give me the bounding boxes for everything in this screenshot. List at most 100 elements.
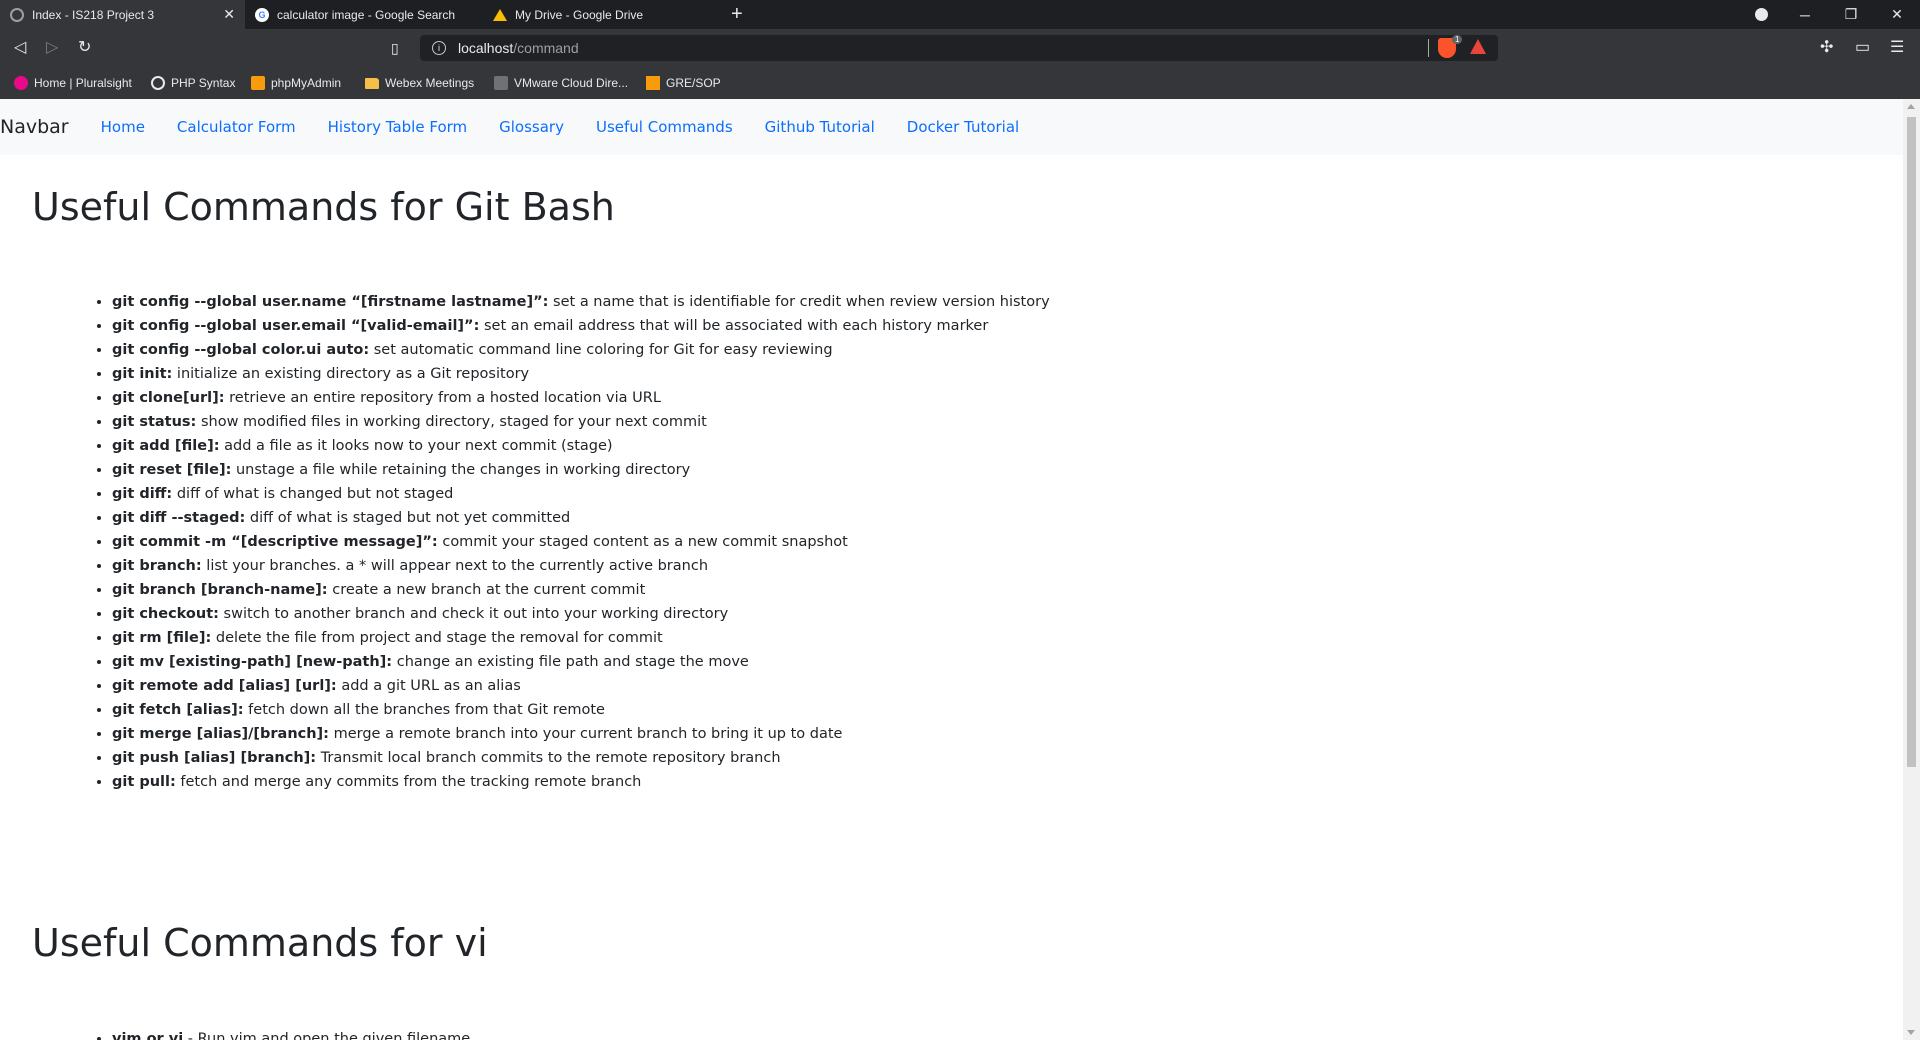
phpmyadmin-icon — [251, 76, 265, 90]
site-info-icon[interactable]: i — [432, 41, 446, 55]
list-item: git init: initialize an existing directo… — [112, 362, 1050, 386]
command-description: merge a remote branch into your current … — [328, 726, 843, 742]
list-item: git mv [existing-path] [new-path]: chang… — [112, 650, 1050, 674]
command-description: set a name that is identifiable for cred… — [548, 294, 1050, 310]
bookmark-page-icon[interactable]: ▯ — [391, 38, 399, 58]
bookmark-vmware[interactable]: VMware Cloud Dire... — [494, 73, 628, 93]
back-icon[interactable]: ◁ — [14, 38, 26, 58]
command-name: git push [alias] [branch]: — [112, 750, 317, 766]
list-item: git config --global user.email “[valid-e… — [112, 314, 1050, 338]
navbar-brand[interactable]: Navbar — [0, 116, 69, 138]
url-host: localhost — [458, 40, 514, 56]
nav-link-useful-commands[interactable]: Useful Commands — [580, 118, 749, 136]
list-item: git branch: list your branches. a * will… — [112, 554, 1050, 578]
page-scrollbar[interactable] — [1903, 99, 1920, 1040]
shields-count-badge: 1 — [1452, 35, 1463, 44]
command-description: add a git URL as an alias — [336, 678, 521, 694]
command-name: git add [file]: — [112, 438, 220, 454]
command-name: git pull: — [112, 774, 176, 790]
command-name: git remote add [alias] [url]: — [112, 678, 337, 694]
command-description: initialize an existing directory as a Gi… — [172, 366, 530, 382]
command-name: git merge [alias]/[branch]: — [112, 726, 329, 742]
command-description: change an existing file path and stage t… — [392, 654, 749, 670]
command-name: git config --global user.name “[firstnam… — [112, 294, 549, 310]
command-name: git checkout: — [112, 606, 219, 622]
command-description: retrieve an entire repository from a hos… — [224, 390, 661, 406]
bookmark-webex[interactable]: Webex Meetings — [365, 73, 474, 93]
list-item: git remote add [alias] [url]: add a git … — [112, 674, 1050, 698]
reload-icon[interactable]: ↻ — [78, 38, 91, 58]
tab-title: calculator image - Google Search — [277, 7, 456, 22]
list-item: git diff: diff of what is changed but no… — [112, 482, 1050, 506]
extensions-icon[interactable]: ✣ — [1820, 38, 1833, 58]
command-description: fetch down all the branches from that Gi… — [243, 702, 605, 718]
bookmark-label: PHP Syntax — [171, 76, 236, 90]
address-bar[interactable]: i localhost/command 1 — [420, 35, 1498, 61]
list-item: git push [alias] [branch]: Transmit loca… — [112, 746, 1050, 770]
list-item: git rm [file]: delete the file from proj… — [112, 626, 1050, 650]
bookmark-label: phpMyAdmin — [271, 76, 342, 90]
command-name: vim or vi — [112, 1031, 184, 1040]
command-description: set an email address that will be associ… — [479, 318, 989, 334]
list-item: git commit -m “[descriptive message]”: c… — [112, 530, 1050, 554]
command-name: git fetch [alias]: — [112, 702, 244, 718]
nav-link-history-table-form[interactable]: History Table Form — [312, 118, 483, 136]
nav-link-docker-tutorial[interactable]: Docker Tutorial — [891, 118, 1035, 136]
menu-icon[interactable]: ☰ — [1890, 38, 1904, 58]
brave-rewards-icon[interactable] — [1470, 39, 1486, 54]
command-name: git diff --staged: — [112, 510, 246, 526]
close-window-icon[interactable]: ✕ — [1874, 0, 1920, 29]
url-path: /command — [513, 40, 579, 56]
command-name: git clone[url]: — [112, 390, 225, 406]
git-command-list: git config --global user.name “[firstnam… — [80, 290, 1050, 794]
forward-icon[interactable]: ▷ — [46, 38, 58, 58]
list-item: git diff --staged: diff of what is stage… — [112, 506, 1050, 530]
command-description: diff of what is staged but not yet commi… — [245, 510, 571, 526]
browser-tab-strip: Index - IS218 Project 3 ✕ G calculator i… — [0, 0, 1920, 29]
globe-icon — [10, 7, 24, 22]
command-description: unstage a file while retaining the chang… — [231, 462, 691, 478]
command-description: add a file as it looks now to your next … — [219, 438, 613, 454]
restore-icon[interactable]: ❐ — [1828, 0, 1874, 29]
bookmark-php-syntax[interactable]: PHP Syntax — [151, 73, 235, 93]
nav-link-calculator-form[interactable]: Calculator Form — [161, 118, 312, 136]
list-item: git branch [branch-name]: create a new b… — [112, 578, 1050, 602]
tab-search-icon[interactable] — [1738, 0, 1784, 29]
bookmark-gre-sop[interactable]: GRE/SOP — [646, 73, 721, 93]
bookmark-pluralsight[interactable]: Home | Pluralsight — [14, 73, 132, 93]
wallet-icon[interactable]: ▭ — [1855, 38, 1870, 58]
list-item: git clone[url]: retrieve an entire repos… — [112, 386, 1050, 410]
bookmarks-bar: Home | Pluralsight PHP Syntax phpMyAdmin… — [0, 67, 1920, 100]
command-description: commit your staged content as a new comm… — [437, 534, 848, 550]
pluralsight-icon — [14, 76, 28, 90]
minimize-icon[interactable]: ─ — [1782, 0, 1828, 29]
tab-index[interactable]: Index - IS218 Project 3 ✕ — [0, 0, 245, 29]
list-item: git pull: fetch and merge any commits fr… — [112, 770, 1050, 794]
scrollbar-thumb[interactable] — [1907, 117, 1916, 767]
close-tab-icon[interactable]: ✕ — [223, 6, 235, 23]
command-description: switch to another branch and check it ou… — [218, 606, 729, 622]
scroll-down-icon[interactable] — [1907, 1030, 1915, 1035]
nav-link-glossary[interactable]: Glossary — [483, 118, 580, 136]
vi-command-list: vim or vi - Run vim and open the given f… — [80, 1027, 470, 1040]
git-bash-section-title: Useful Commands for Git Bash — [32, 185, 615, 229]
list-item: git status: show modified files in worki… — [112, 410, 1050, 434]
nav-link-home[interactable]: Home — [85, 118, 161, 136]
bookmark-label: GRE/SOP — [666, 76, 721, 90]
nav-link-github-tutorial[interactable]: Github Tutorial — [749, 118, 891, 136]
command-name: git diff: — [112, 486, 173, 502]
bookmark-label: Home | Pluralsight — [34, 76, 132, 90]
new-tab-button[interactable]: + — [731, 3, 743, 25]
command-description: fetch and merge any commits from the tra… — [175, 774, 642, 790]
command-description: create a new branch at the current commi… — [327, 582, 646, 598]
scroll-up-icon[interactable] — [1907, 104, 1915, 109]
command-name: git branch: — [112, 558, 202, 574]
command-name: git config --global color.ui auto: — [112, 342, 370, 358]
bookmark-label: Webex Meetings — [385, 76, 475, 90]
command-description: list your branches. a * will appear next… — [201, 558, 709, 574]
tab-google-search[interactable]: G calculator image - Google Search — [245, 0, 490, 29]
bookmark-phpmyadmin[interactable]: phpMyAdmin — [251, 73, 341, 93]
list-item: git config --global color.ui auto: set a… — [112, 338, 1050, 362]
tab-google-drive[interactable]: My Drive - Google Drive — [483, 0, 723, 29]
command-name: git commit -m “[descriptive message]”: — [112, 534, 438, 550]
